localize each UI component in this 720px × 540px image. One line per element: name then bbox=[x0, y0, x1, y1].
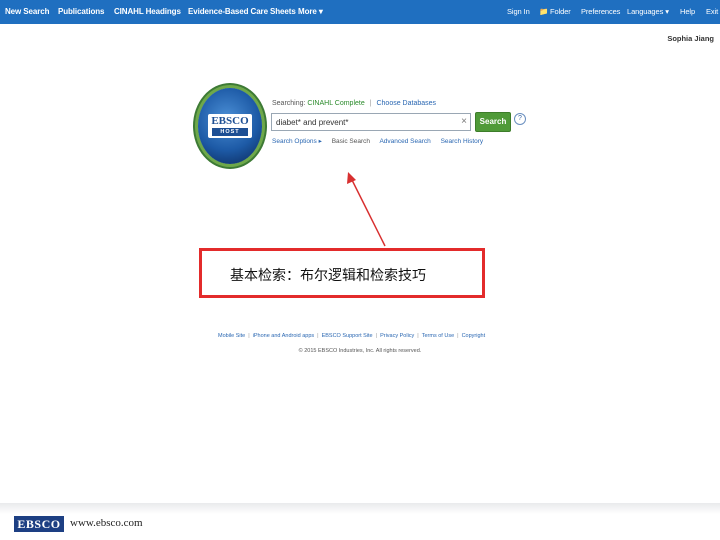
clear-icon[interactable]: × bbox=[461, 116, 467, 128]
footer-link-privacy[interactable]: Privacy Policy bbox=[380, 333, 414, 339]
footer-link-apps[interactable]: iPhone and Android apps bbox=[253, 333, 314, 339]
copyright-text: © 2015 EBSCO Industries, Inc. All rights… bbox=[298, 348, 422, 354]
footer-links: Mobile Site | iPhone and Android apps | EBSC… bbox=[218, 333, 485, 339]
search-options-link[interactable]: Search Options ▸ bbox=[272, 138, 322, 145]
help-icon[interactable]: ? bbox=[514, 113, 526, 125]
searching-label: Searching: bbox=[272, 100, 306, 107]
nav-preferences[interactable]: Preferences bbox=[581, 0, 620, 24]
top-navigation-bar: New Search Publications CINAHL Headings … bbox=[0, 0, 720, 24]
search-links-row: Search Options ▸ Basic Search Advanced S… bbox=[272, 137, 491, 145]
arrow-head bbox=[347, 172, 356, 184]
footer-link-support[interactable]: EBSCO Support Site bbox=[322, 333, 373, 339]
logo-text-top: EBSCO bbox=[211, 115, 249, 127]
logo-text-bottom: HOST bbox=[212, 128, 248, 136]
search-history-link[interactable]: Search History bbox=[441, 138, 484, 145]
search-button[interactable]: Search bbox=[475, 112, 511, 132]
annotation-text: 基本检索：布尔逻辑和检索技巧 bbox=[230, 268, 426, 284]
bottom-brand-bar: EBSCO www.ebsco.com bbox=[0, 503, 720, 540]
ebsco-logo: EBSCO bbox=[14, 516, 64, 532]
nav-publications[interactable]: Publications bbox=[58, 0, 104, 24]
searching-row: Searching: CINAHL Complete | Choose Data… bbox=[272, 100, 436, 107]
selected-database: CINAHL Complete bbox=[307, 100, 365, 107]
search-input[interactable] bbox=[276, 116, 456, 128]
separator: | bbox=[317, 333, 319, 339]
separator: | bbox=[417, 333, 419, 339]
basic-search-link[interactable]: Basic Search bbox=[332, 138, 370, 145]
annotation-box: 基本检索：布尔逻辑和检索技巧 bbox=[199, 248, 485, 298]
footer-link-mobile-site[interactable]: Mobile Site bbox=[218, 333, 245, 339]
separator: | bbox=[369, 100, 372, 107]
search-box: × bbox=[271, 113, 471, 131]
nav-languages[interactable]: Languages ▾ bbox=[627, 0, 669, 24]
nav-sign-in[interactable]: Sign In bbox=[507, 0, 530, 24]
footer-link-terms[interactable]: Terms of Use bbox=[422, 333, 454, 339]
separator: | bbox=[248, 333, 250, 339]
advanced-search-link[interactable]: Advanced Search bbox=[379, 138, 430, 145]
nav-new-search[interactable]: New Search bbox=[5, 0, 49, 24]
ebscohost-logo[interactable]: EBSCO HOST bbox=[198, 88, 262, 164]
arrow-line bbox=[350, 177, 386, 247]
separator: | bbox=[375, 333, 378, 339]
nav-evidence-based-care-sheets[interactable]: Evidence-Based Care Sheets bbox=[188, 0, 296, 24]
ebsco-url: www.ebsco.com bbox=[70, 517, 143, 529]
nav-folder[interactable]: Folder bbox=[550, 0, 571, 24]
choose-databases-link[interactable]: Choose Databases bbox=[376, 100, 436, 107]
logo-badge: EBSCO HOST bbox=[208, 114, 252, 138]
separator: | bbox=[457, 333, 459, 339]
nav-help[interactable]: Help bbox=[680, 0, 695, 24]
folder-icon: 📁 bbox=[539, 7, 549, 16]
user-name: Sophia Jiang bbox=[667, 34, 714, 43]
nav-cinahl-headings[interactable]: CINAHL Headings bbox=[114, 0, 181, 24]
nav-exit[interactable]: Exit bbox=[706, 0, 718, 24]
footer-link-copyright[interactable]: Copyright bbox=[462, 333, 486, 339]
nav-more[interactable]: More ▾ bbox=[298, 0, 323, 24]
